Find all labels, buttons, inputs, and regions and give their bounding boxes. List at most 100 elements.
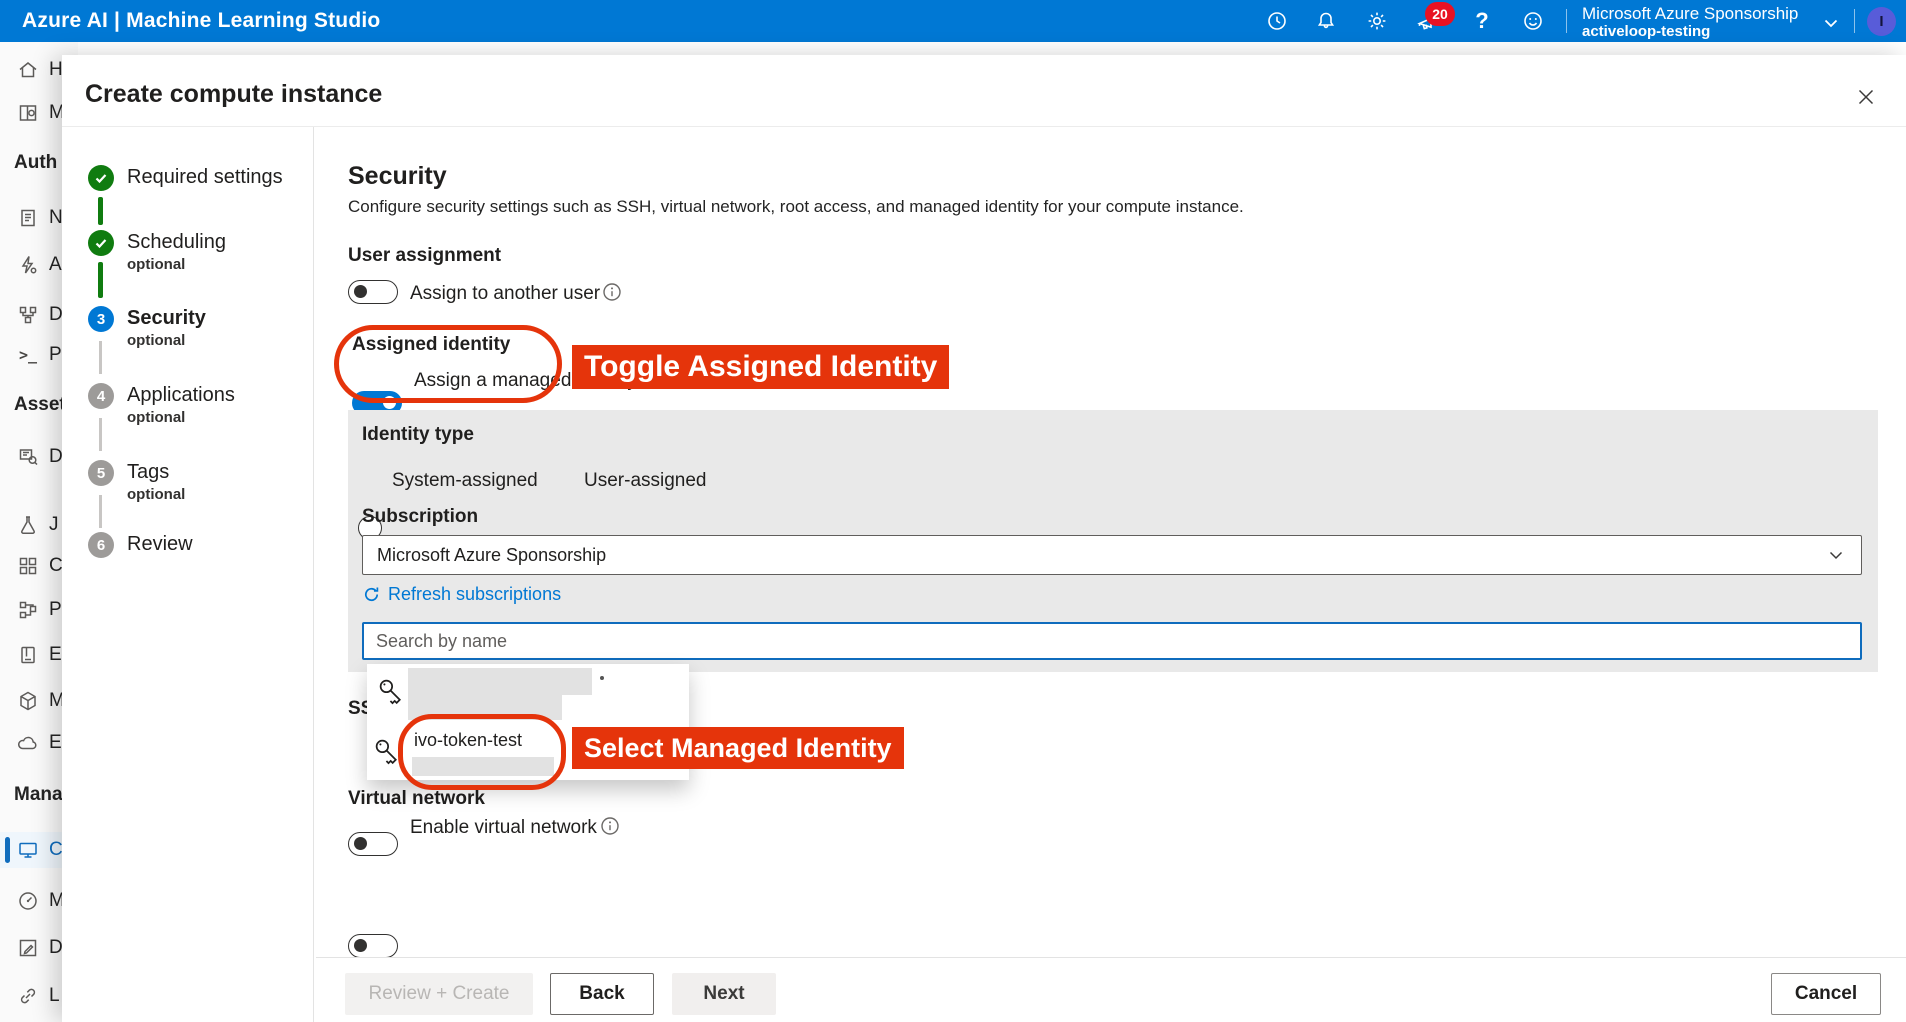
workspace-name: activeloop-testing [1582, 23, 1798, 40]
step-connector [99, 341, 102, 374]
dialog-header-divider [62, 126, 1906, 127]
notification-badge: 20 [1425, 2, 1455, 26]
jobs-flask-icon [16, 513, 40, 537]
sidebar-item-label: A [49, 254, 62, 276]
annotation-toggle-assigned-identity: Toggle Assigned Identity [572, 345, 949, 389]
model-catalog-icon [16, 101, 40, 125]
chevron-down-icon[interactable] [1820, 12, 1842, 34]
sidebar-item-label: H [49, 59, 63, 81]
step-4-label[interactable]: Applications [127, 384, 235, 407]
step-2-optional: optional [127, 256, 185, 273]
step-5-number[interactable]: 5 [88, 460, 114, 486]
sidebar-item-label: D [49, 304, 63, 326]
sidebar-item-label: P [49, 344, 62, 366]
user-assigned-label: User-assigned [584, 470, 707, 492]
info-icon[interactable] [602, 282, 622, 302]
screen: Azure AI | Machine Learning Studio 20 ? … [0, 0, 1906, 1022]
sidebar-section-authoring: Auth [14, 152, 57, 174]
key-icon [376, 676, 406, 706]
refresh-subscriptions-link[interactable]: Refresh subscriptions [362, 584, 561, 605]
step-3-number[interactable]: 3 [88, 306, 114, 332]
step-1-label[interactable]: Required settings [127, 166, 283, 189]
step-4-optional: optional [127, 409, 185, 426]
step-connector [98, 262, 103, 298]
step-connector [99, 495, 102, 528]
environments-icon [16, 643, 40, 667]
annotation-select-managed-identity: Select Managed Identity [572, 727, 904, 769]
assign-other-user-toggle[interactable] [348, 280, 398, 304]
subscription-label: Subscription [362, 506, 478, 528]
enable-vnet-toggle[interactable] [348, 934, 398, 958]
step-5-label[interactable]: Tags [127, 461, 169, 484]
sidebar-item-label: C [49, 839, 63, 861]
security-heading: Security [348, 162, 447, 191]
identity-search-input[interactable] [362, 622, 1862, 660]
clock-icon[interactable] [1266, 10, 1288, 32]
refresh-subscriptions-label: Refresh subscriptions [388, 584, 561, 605]
designer-icon [16, 303, 40, 327]
help-icon[interactable]: ? [1471, 10, 1493, 32]
sidebar-item-label: E [49, 732, 62, 754]
user-assignment-label: User assignment [348, 245, 501, 267]
virtual-network-label: Virtual network [348, 788, 485, 810]
close-icon[interactable] [1853, 84, 1879, 110]
ssh-toggle[interactable] [348, 832, 398, 856]
step-1-check[interactable] [88, 165, 114, 191]
pipelines-icon [16, 598, 40, 622]
app-title: Azure AI | Machine Learning Studio [22, 9, 380, 33]
automl-icon [16, 253, 40, 277]
step-6-label[interactable]: Review [127, 533, 193, 556]
step-2-label[interactable]: Scheduling [127, 231, 226, 254]
sidebar-item-label: J [49, 514, 59, 536]
chevron-down-icon [1827, 546, 1845, 564]
dialog-title: Create compute instance [85, 80, 382, 109]
enable-vnet-label: Enable virtual network [410, 817, 597, 839]
security-description: Configure security settings such as SSH,… [348, 197, 1244, 217]
annotation-oval-assigned-identity [334, 325, 562, 403]
topbar-divider [1566, 9, 1567, 33]
prompt-flow-icon: >_ [16, 343, 40, 367]
avatar[interactable]: I [1867, 7, 1896, 36]
compute-monitor-icon [16, 838, 40, 862]
models-cube-icon [16, 689, 40, 713]
refresh-icon [362, 585, 381, 604]
stepper-divider [313, 127, 314, 1022]
workspace-switcher[interactable]: Microsoft Azure Sponsorship activeloop-t… [1582, 4, 1798, 40]
sidebar-section-manage: Mana [14, 784, 63, 806]
step-2-check[interactable] [88, 230, 114, 256]
sidebar-item-label: N [49, 207, 63, 229]
sidebar-item-label: D [49, 937, 63, 959]
linked-services-icon [16, 984, 40, 1008]
step-6-number[interactable]: 6 [88, 532, 114, 558]
data-icon [16, 445, 40, 469]
notebooks-icon [16, 206, 40, 230]
step-3-label[interactable]: Security [127, 307, 206, 330]
info-icon[interactable] [600, 816, 620, 836]
next-button[interactable]: Next [672, 973, 776, 1015]
step-connector [98, 197, 103, 225]
review-create-button: Review + Create [345, 973, 533, 1015]
annotation-oval-managed-identity [398, 714, 566, 790]
components-icon [16, 554, 40, 578]
sidebar-item-label: E [49, 644, 62, 666]
top-app-bar: Azure AI | Machine Learning Studio 20 ? … [0, 0, 1906, 42]
endpoints-cloud-icon [16, 731, 40, 755]
footer-divider [316, 957, 1906, 958]
redacted-identity-name[interactable] [408, 668, 592, 695]
step-4-number[interactable]: 4 [88, 383, 114, 409]
data-labeling-icon [16, 936, 40, 960]
monitoring-gauge-icon [16, 889, 40, 913]
subscription-name: Microsoft Azure Sponsorship [1582, 4, 1798, 23]
feedback-smiley-icon[interactable] [1522, 10, 1544, 32]
gear-icon[interactable] [1366, 10, 1388, 32]
sidebar-item-label: D [49, 446, 63, 468]
subscription-select[interactable]: Microsoft Azure Sponsorship [362, 535, 1862, 575]
bell-icon[interactable] [1315, 10, 1337, 32]
back-button[interactable]: Back [550, 973, 654, 1015]
step-connector [99, 418, 102, 451]
system-assigned-label: System-assigned [392, 470, 538, 492]
identity-type-label: Identity type [362, 424, 474, 446]
step-5-optional: optional [127, 486, 185, 503]
cancel-button[interactable]: Cancel [1771, 973, 1881, 1015]
sidebar-item-label: P [49, 599, 62, 621]
